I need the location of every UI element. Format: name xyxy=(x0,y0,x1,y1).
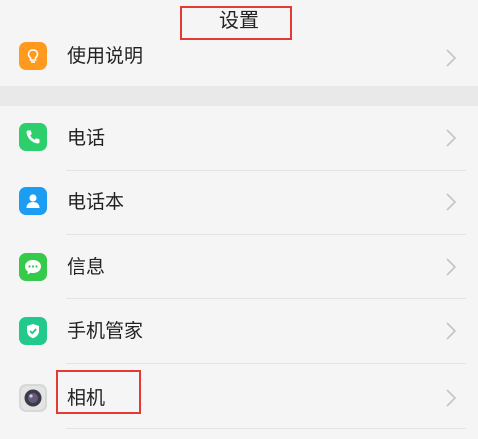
camera-icon xyxy=(19,384,47,412)
settings-item-phone-manager[interactable]: 手机管家 xyxy=(0,299,478,364)
chevron-right-icon xyxy=(446,322,457,340)
lightbulb-icon xyxy=(19,42,47,70)
settings-item-label: 电话 xyxy=(67,127,106,149)
title-bar: 设置 xyxy=(0,0,478,49)
chevron-right-icon xyxy=(446,193,457,211)
chevron-right-icon xyxy=(446,129,457,147)
page-title: 设置 xyxy=(219,8,259,32)
chevron-right-icon xyxy=(446,258,457,276)
settings-item-label: 使用说明 xyxy=(67,45,144,67)
section-divider xyxy=(0,86,478,106)
phone-icon xyxy=(19,123,47,151)
settings-item-phone[interactable]: 电话 xyxy=(0,106,478,171)
message-icon xyxy=(19,253,47,281)
settings-item-contacts[interactable]: 电话本 xyxy=(0,171,478,235)
chevron-right-icon xyxy=(446,389,457,407)
contacts-icon xyxy=(19,187,47,215)
shield-icon xyxy=(19,317,47,345)
settings-item-label: 手机管家 xyxy=(67,320,144,342)
row-divider xyxy=(66,428,466,429)
settings-item-label: 信息 xyxy=(67,256,106,278)
chevron-right-icon xyxy=(446,49,457,67)
settings-item-label: 相机 xyxy=(67,387,106,409)
settings-item-messages[interactable]: 信息 xyxy=(0,235,478,299)
settings-item-camera[interactable]: 相机 xyxy=(0,364,478,428)
settings-item-label: 电话本 xyxy=(67,191,125,213)
settings-item-usage-guide[interactable]: 使用说明 xyxy=(0,42,478,86)
